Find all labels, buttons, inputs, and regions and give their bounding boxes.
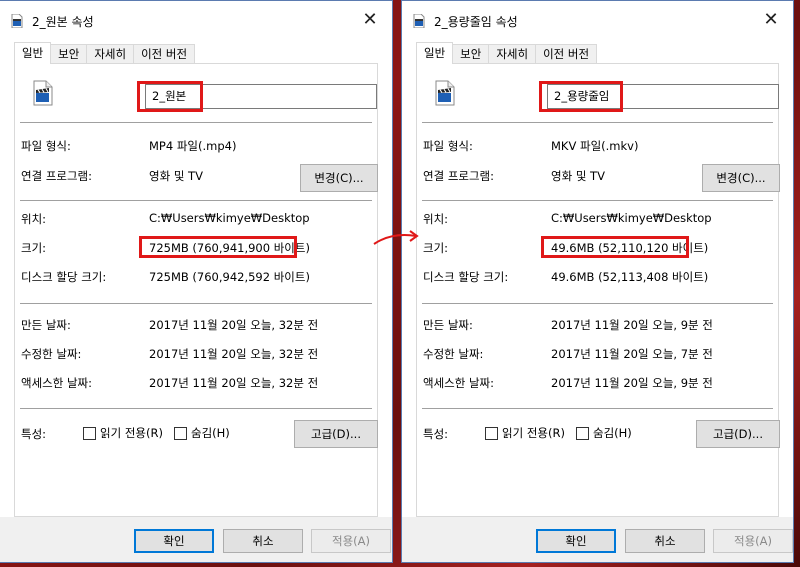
separator xyxy=(422,408,773,409)
opens-with-label: 연결 프로그램: xyxy=(21,169,93,183)
separator xyxy=(20,408,372,409)
close-button[interactable]: ✕ xyxy=(348,1,392,37)
cancel-button[interactable]: 취소 xyxy=(223,529,303,553)
checkbox-box[interactable] xyxy=(174,426,187,440)
created-value: 2017년 11월 20일 오늘, 9분 전 xyxy=(551,318,713,332)
tab-details[interactable]: 자세히 xyxy=(86,44,135,64)
title-bar[interactable]: 2_원본 속성 ✕ xyxy=(0,1,392,40)
readonly-checkbox[interactable]: 읽기 전용(R) xyxy=(485,425,565,441)
change-button[interactable]: 변경(C)... xyxy=(300,164,378,192)
video-file-icon xyxy=(11,14,23,28)
separator xyxy=(422,200,773,201)
attributes-label: 특성: xyxy=(423,427,449,441)
tab-security[interactable]: 보안 xyxy=(452,44,490,64)
advanced-button[interactable]: 고급(D)... xyxy=(696,420,780,448)
hidden-label: 숨김(H) xyxy=(191,426,230,440)
created-label: 만든 날짜: xyxy=(21,318,71,332)
highlight-box xyxy=(541,236,689,258)
separator xyxy=(422,122,773,123)
readonly-label: 읽기 전용(R) xyxy=(100,426,163,440)
highlight-box xyxy=(539,81,623,112)
change-button[interactable]: 변경(C)... xyxy=(702,164,780,192)
tab-general[interactable]: 일반 xyxy=(416,42,454,64)
separator xyxy=(422,303,773,304)
readonly-label: 읽기 전용(R) xyxy=(502,426,565,440)
hidden-checkbox[interactable]: 숨김(H) xyxy=(576,425,632,441)
dialog-footer: 확인 취소 적용(A) xyxy=(0,517,392,562)
disk-size-value: 49.6MB (52,113,408 바이트) xyxy=(551,270,709,284)
general-panel: 2_용량줄임 파일 형식: MKV 파일(.mkv) 연결 프로그램: 영화 및… xyxy=(416,63,780,517)
opens-with-value: 영화 및 TV xyxy=(149,169,203,183)
hidden-checkbox[interactable]: 숨김(H) xyxy=(174,425,230,441)
window-title: 2_원본 속성 xyxy=(32,15,94,29)
accessed-label: 액세스한 날짜: xyxy=(423,376,495,390)
ok-button[interactable]: 확인 xyxy=(134,529,214,553)
disk-size-label: 디스크 할당 크기: xyxy=(423,270,509,284)
highlight-box xyxy=(137,81,203,112)
size-label: 크기: xyxy=(21,241,47,255)
accessed-value: 2017년 11월 20일 오늘, 9분 전 xyxy=(551,376,713,390)
tab-strip: 일반 보안 자세히 이전 버전 xyxy=(416,42,779,64)
tab-strip: 일반 보안 자세히 이전 버전 xyxy=(14,42,378,64)
tab-previous-versions[interactable]: 이전 버전 xyxy=(535,44,598,64)
opens-with-label: 연결 프로그램: xyxy=(423,169,495,183)
separator xyxy=(20,122,372,123)
accessed-label: 액세스한 날짜: xyxy=(21,376,93,390)
separator xyxy=(20,303,372,304)
modified-label: 수정한 날짜: xyxy=(423,347,484,361)
general-panel: 2_원본 파일 형식: MP4 파일(.mp4) 연결 프로그램: 영화 및 T… xyxy=(14,63,378,517)
separator xyxy=(20,200,372,201)
close-icon: ✕ xyxy=(362,8,378,30)
disk-size-value: 725MB (760,942,592 바이트) xyxy=(149,270,310,284)
tab-general[interactable]: 일반 xyxy=(14,42,52,64)
tab-security[interactable]: 보안 xyxy=(50,44,88,64)
checkbox-box[interactable] xyxy=(485,426,498,440)
location-value: C:₩Users₩kimye₩Desktop xyxy=(149,211,310,225)
dialog-footer: 확인 취소 적용(A) xyxy=(402,517,793,562)
modified-value: 2017년 11월 20일 오늘, 7분 전 xyxy=(551,347,713,361)
modified-label: 수정한 날짜: xyxy=(21,347,82,361)
file-type-label: 파일 형식: xyxy=(21,139,71,153)
red-arrow-icon xyxy=(373,230,419,245)
opens-with-value: 영화 및 TV xyxy=(551,169,605,183)
tab-previous-versions[interactable]: 이전 버전 xyxy=(133,44,196,64)
attributes-label: 특성: xyxy=(21,427,47,441)
file-type-value: MKV 파일(.mkv) xyxy=(551,139,639,153)
hidden-label: 숨김(H) xyxy=(593,426,632,440)
created-label: 만든 날짜: xyxy=(423,318,473,332)
video-file-icon xyxy=(33,80,53,106)
readonly-checkbox[interactable]: 읽기 전용(R) xyxy=(83,425,163,441)
checkbox-box[interactable] xyxy=(83,426,96,440)
highlight-box xyxy=(139,236,297,258)
apply-button[interactable]: 적용(A) xyxy=(311,529,391,553)
modified-value: 2017년 11월 20일 오늘, 32분 전 xyxy=(149,347,319,361)
properties-window-reduced: 2_용량줄임 속성 ✕ 일반 보안 자세히 이전 버전 2_용량줄임 파일 형식… xyxy=(401,0,794,563)
apply-button[interactable]: 적용(A) xyxy=(713,529,793,553)
video-file-icon xyxy=(413,14,425,28)
advanced-button[interactable]: 고급(D)... xyxy=(294,420,378,448)
video-file-icon xyxy=(435,80,455,106)
size-label: 크기: xyxy=(423,241,449,255)
file-type-label: 파일 형식: xyxy=(423,139,473,153)
location-label: 위치: xyxy=(423,212,449,226)
accessed-value: 2017년 11월 20일 오늘, 32분 전 xyxy=(149,376,319,390)
close-button[interactable]: ✕ xyxy=(749,1,793,37)
tab-details[interactable]: 자세히 xyxy=(488,44,537,64)
created-value: 2017년 11월 20일 오늘, 32분 전 xyxy=(149,318,319,332)
disk-size-label: 디스크 할당 크기: xyxy=(21,270,107,284)
checkbox-box[interactable] xyxy=(576,426,589,440)
location-label: 위치: xyxy=(21,212,47,226)
close-icon: ✕ xyxy=(763,8,779,30)
location-value: C:₩Users₩kimye₩Desktop xyxy=(551,211,712,225)
title-bar[interactable]: 2_용량줄임 속성 ✕ xyxy=(402,1,793,40)
ok-button[interactable]: 확인 xyxy=(536,529,616,553)
cancel-button[interactable]: 취소 xyxy=(625,529,705,553)
properties-window-original: 2_원본 속성 ✕ 일반 보안 자세히 이전 버전 2_원본 파일 형식: MP… xyxy=(0,0,393,563)
file-type-value: MP4 파일(.mp4) xyxy=(149,139,237,153)
window-title: 2_용량줄임 속성 xyxy=(434,15,518,29)
